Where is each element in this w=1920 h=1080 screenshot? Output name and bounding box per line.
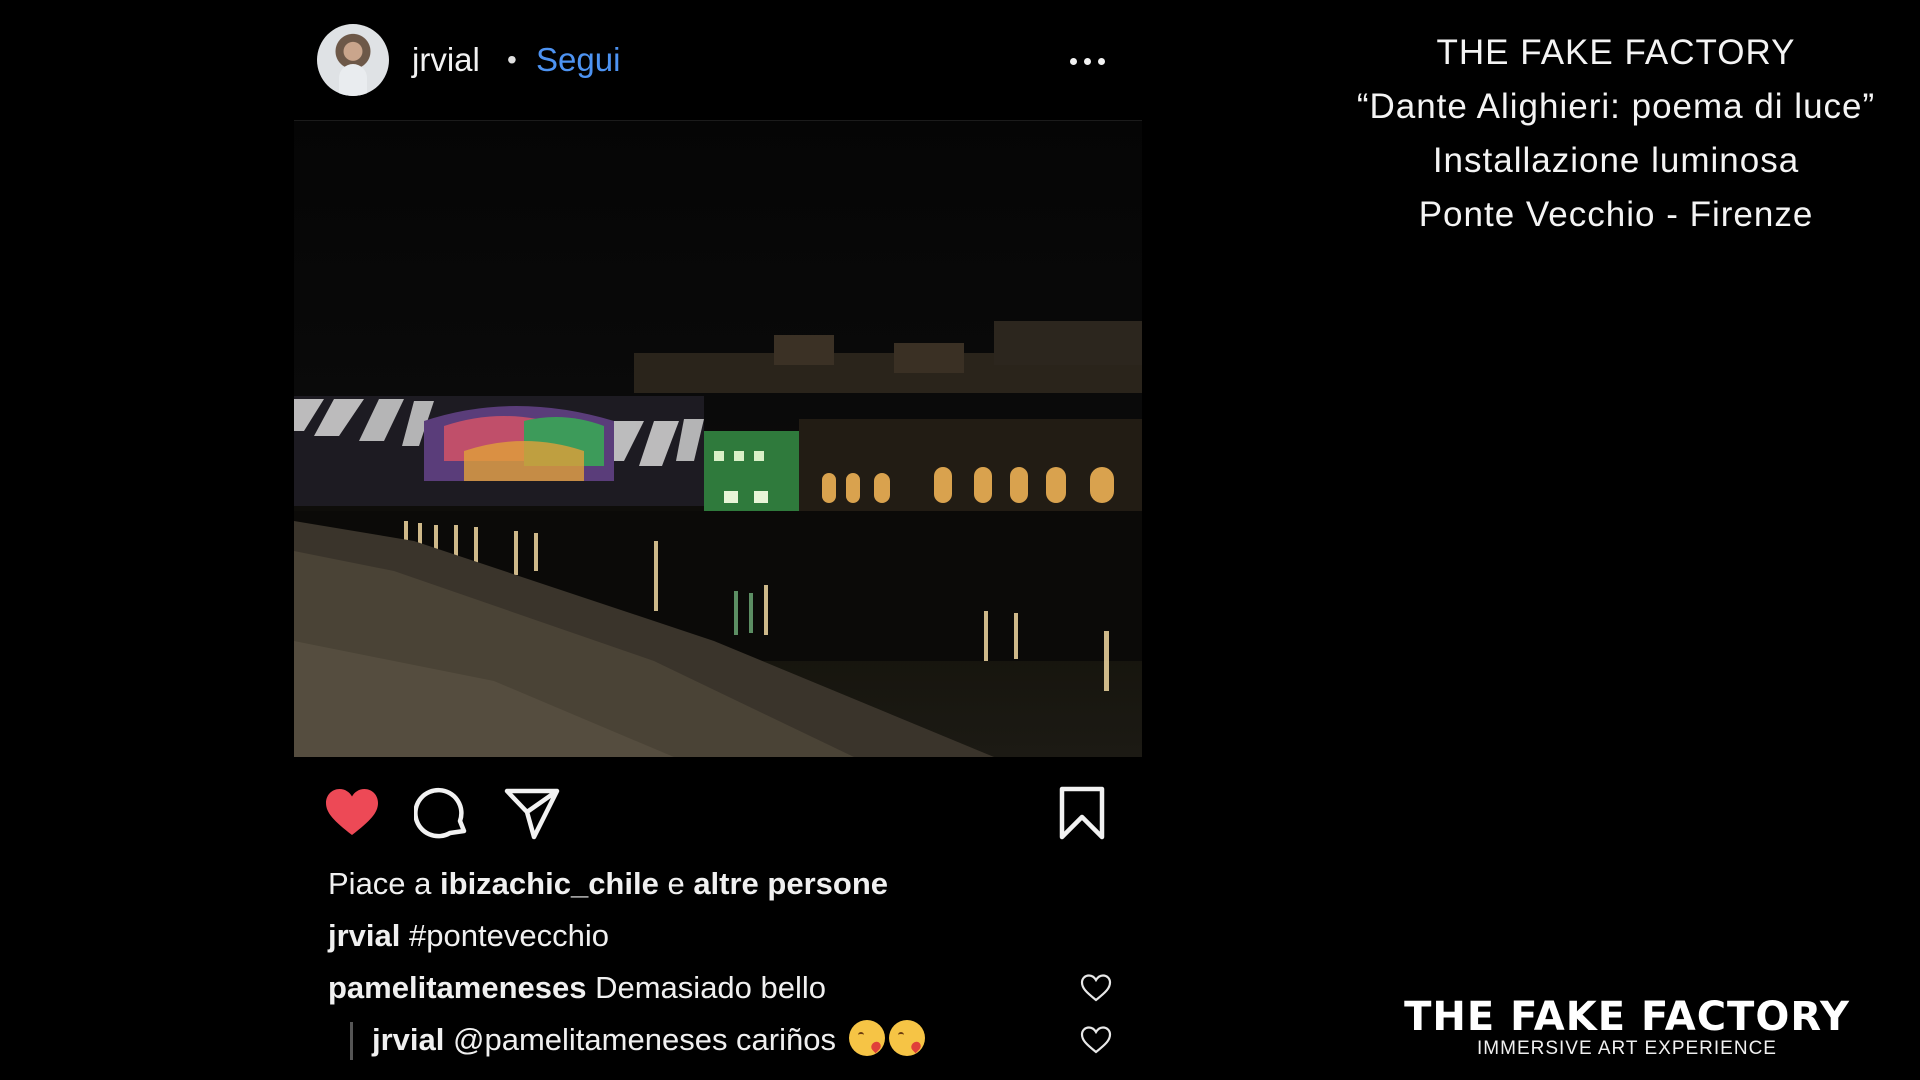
brand-tagline: IMMERSIVE ART EXPERIENCE (1477, 1038, 1777, 1059)
reply-row: jrvial @pamelitameneses cariños (372, 1020, 925, 1060)
likes-user[interactable]: ibizachic_chile (440, 866, 659, 901)
comment-like-icon[interactable] (1080, 972, 1112, 1004)
info-type: Installazione luminosa (1432, 141, 1800, 180)
more-horizontal-icon[interactable] (1066, 44, 1110, 76)
separator-dot: • (507, 44, 517, 75)
brand-name: THE FAKE FACTORY (1404, 994, 1850, 1040)
likes-joiner: e (658, 866, 694, 901)
reply-username[interactable]: jrvial (372, 1022, 444, 1057)
post-header: jrvial • Segui (294, 0, 1142, 120)
reply-text: @pamelitameneses cariños (453, 1022, 836, 1057)
likes-prefix: Piace a (328, 866, 441, 901)
action-bar (294, 757, 1142, 867)
likes-others[interactable]: altre persone (693, 866, 888, 901)
comment-icon[interactable] (414, 785, 470, 841)
caption-username[interactable]: jrvial (328, 918, 400, 953)
follow-button[interactable]: Segui (536, 40, 620, 80)
post-caption: jrvial #pontevecchio (328, 916, 609, 956)
instagram-post: jrvial • Segui Piace a ibizachic_chile e… (294, 0, 1142, 1080)
comment-username[interactable]: pamelitameneses (328, 970, 586, 1005)
info-title: “Dante Alighieri: poema di luce” (1356, 87, 1876, 126)
comment-row: pamelitameneses Demasiado bello (328, 968, 826, 1008)
reply-like-icon[interactable] (1080, 1024, 1112, 1056)
post-username[interactable]: jrvial (412, 40, 480, 80)
bookmark-icon[interactable] (1054, 785, 1110, 841)
likes-summary: Piace a ibizachic_chile e altre persone (328, 864, 888, 904)
reply-indent-bar (350, 1022, 353, 1060)
post-photo[interactable] (294, 121, 1142, 757)
kiss-emoji-icon (848, 1020, 885, 1056)
comment-text: Demasiado bello (595, 970, 827, 1005)
send-icon[interactable] (504, 785, 560, 841)
info-location: Ponte Vecchio - Firenze (1418, 195, 1814, 234)
caption-hashtag[interactable]: #pontevecchio (409, 918, 609, 953)
kiss-emoji-icon (888, 1020, 925, 1056)
info-studio: THE FAKE FACTORY (1436, 33, 1796, 72)
installation-info: THE FAKE FACTORY “Dante Alighieri: poema… (1316, 26, 1916, 242)
avatar[interactable] (317, 24, 389, 96)
heart-filled-icon[interactable] (324, 785, 380, 841)
brand-logo: THE FAKE FACTORY IMMERSIVE ART EXPERIENC… (1402, 995, 1852, 1059)
